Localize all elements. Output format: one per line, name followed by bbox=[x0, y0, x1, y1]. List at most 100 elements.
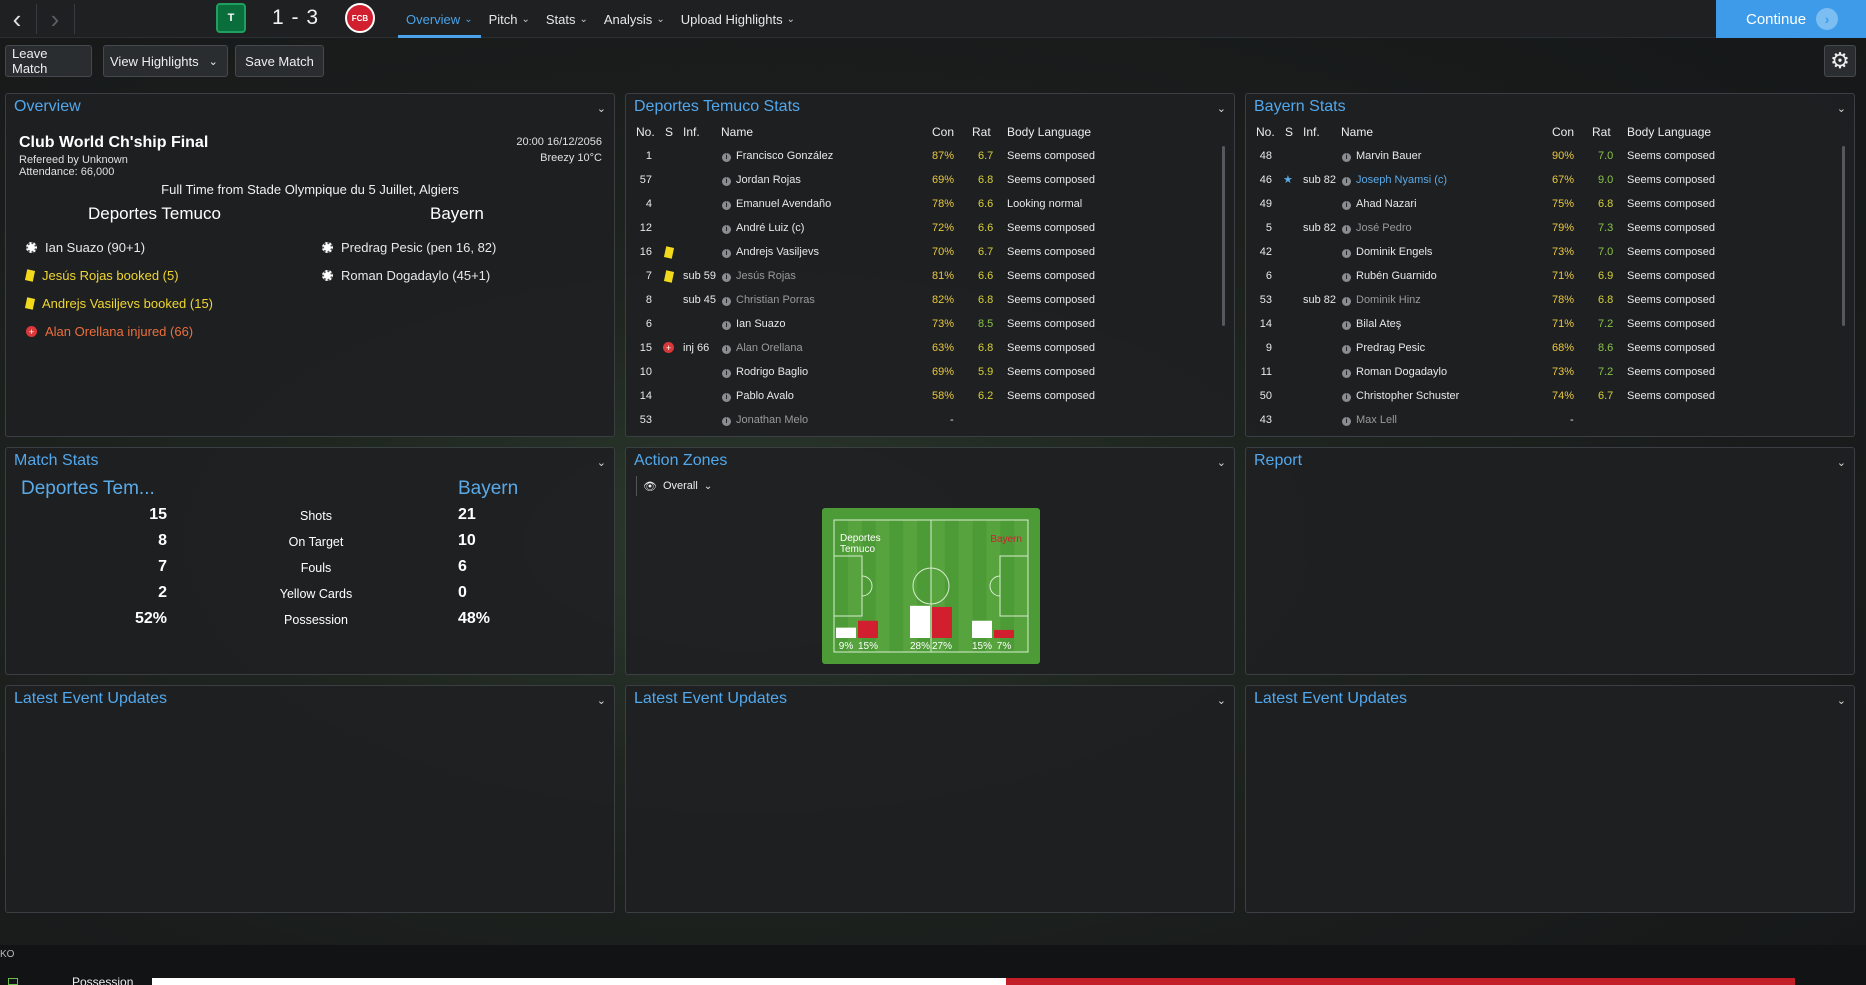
table-row[interactable]: 50 i Christopher Schuster 74% 6.7 Seems compo… bbox=[1246, 386, 1854, 406]
info-icon[interactable]: i bbox=[722, 321, 731, 330]
player-name[interactable]: i Andrejs Vasiljevs bbox=[722, 246, 819, 258]
forward-arrow-icon[interactable]: › bbox=[38, 0, 72, 38]
player-name[interactable]: i Pablo Avalo bbox=[722, 390, 794, 402]
chevron-down-icon[interactable]: ⌄ bbox=[1217, 694, 1226, 707]
table-row[interactable]: 42 i Dominik Engels 73% 7.0 Seems composed bbox=[1246, 242, 1854, 262]
col-name-header[interactable]: Name bbox=[1341, 125, 1373, 139]
info-icon[interactable]: i bbox=[1342, 393, 1351, 402]
menu-stats[interactable]: Stats ⌄ bbox=[538, 0, 596, 38]
info-icon[interactable]: i bbox=[722, 297, 731, 306]
col-name-header[interactable]: Name bbox=[721, 125, 753, 139]
col-s-header[interactable]: S bbox=[665, 125, 673, 139]
home-crest-icon[interactable]: T bbox=[216, 3, 246, 33]
away-crest-icon[interactable]: FCB bbox=[345, 3, 375, 33]
player-name[interactable]: i Christian Porras bbox=[722, 294, 815, 306]
info-icon[interactable]: i bbox=[1342, 153, 1351, 162]
col-con-header[interactable]: Con bbox=[1552, 125, 1574, 139]
info-icon[interactable]: i bbox=[722, 225, 731, 234]
table-row[interactable]: 16 i Andrejs Vasiljevs 70% 6.7 Seems composed bbox=[626, 242, 1234, 262]
table-row[interactable]: 53 sub 82 i Dominik Hinz 78% 6.8 Seems compose… bbox=[1246, 290, 1854, 310]
player-name[interactable]: i José Pedro bbox=[1342, 222, 1412, 234]
info-icon[interactable]: i bbox=[722, 177, 731, 186]
col-rat-header[interactable]: Rat bbox=[1592, 125, 1611, 139]
info-icon[interactable]: i bbox=[722, 201, 731, 210]
scrollbar[interactable] bbox=[1842, 146, 1845, 326]
info-icon[interactable]: i bbox=[1342, 321, 1351, 330]
table-row[interactable]: 12 i André Luiz (c) 72% 6.6 Seems composed bbox=[626, 218, 1234, 238]
table-row[interactable]: 46 ★ sub 82 i Joseph Nyamsi (c) 67% 9.0 Seems c… bbox=[1246, 170, 1854, 190]
col-body-header[interactable]: Body Language bbox=[1007, 125, 1091, 139]
player-name[interactable]: i Rubén Guarnido bbox=[1342, 270, 1437, 282]
menu-pitch[interactable]: Pitch ⌄ bbox=[481, 0, 538, 38]
table-row[interactable]: 14 i Bilal Ateş 71% 7.2 Seems composed bbox=[1246, 314, 1854, 334]
info-icon[interactable]: i bbox=[722, 153, 731, 162]
col-inf-header[interactable]: Inf. bbox=[1303, 125, 1320, 139]
player-name[interactable]: i Alan Orellana bbox=[722, 342, 803, 354]
player-name[interactable]: i Max Lell bbox=[1342, 414, 1397, 426]
info-icon[interactable]: i bbox=[722, 393, 731, 402]
player-name[interactable]: i Ahad Nazari bbox=[1342, 198, 1417, 210]
back-arrow-icon[interactable]: ‹ bbox=[0, 0, 34, 38]
player-name[interactable]: i Dominik Hinz bbox=[1342, 294, 1421, 306]
player-name[interactable]: i Joseph Nyamsi (c) bbox=[1342, 174, 1447, 186]
table-row[interactable]: 5 sub 82 i José Pedro 79% 7.3 Seems composed bbox=[1246, 218, 1854, 238]
table-row[interactable]: 53 i Jonathan Melo - bbox=[626, 410, 1234, 430]
save-match-button[interactable]: Save Match bbox=[235, 45, 324, 77]
player-name[interactable]: i Bilal Ateş bbox=[1342, 318, 1401, 330]
menu-overview[interactable]: Overview ⌄ bbox=[398, 0, 481, 38]
chevron-down-icon[interactable]: ⌄ bbox=[1837, 456, 1846, 469]
chevron-down-icon[interactable]: ⌄ bbox=[597, 456, 606, 469]
info-icon[interactable]: i bbox=[1342, 249, 1351, 258]
chevron-down-icon[interactable]: ⌄ bbox=[597, 102, 606, 115]
table-row[interactable]: 6 i Rubén Guarnido 71% 6.9 Seems composed bbox=[1246, 266, 1854, 286]
info-icon[interactable]: i bbox=[722, 249, 731, 258]
chevron-down-icon[interactable]: ⌄ bbox=[597, 694, 606, 707]
info-icon[interactable]: i bbox=[1342, 201, 1351, 210]
scrollbar[interactable] bbox=[1222, 146, 1225, 326]
chevron-down-icon[interactable]: ⌄ bbox=[1217, 456, 1226, 469]
info-icon[interactable]: i bbox=[1342, 369, 1351, 378]
leave-match-button[interactable]: Leave Match bbox=[5, 45, 92, 77]
player-name[interactable]: i Jordan Rojas bbox=[722, 174, 801, 186]
player-name[interactable]: i Dominik Engels bbox=[1342, 246, 1432, 258]
player-name[interactable]: i Francisco González bbox=[722, 150, 833, 162]
info-icon[interactable]: i bbox=[1342, 273, 1351, 282]
table-row[interactable]: 49 i Ahad Nazari 75% 6.8 Seems composed bbox=[1246, 194, 1854, 214]
zone-filter-select[interactable]: 👁 Overall ⌄ bbox=[636, 476, 712, 496]
table-row[interactable]: 14 i Pablo Avalo 58% 6.2 Seems composed bbox=[626, 386, 1234, 406]
table-row[interactable]: 48 i Marvin Bauer 90% 7.0 Seems composed bbox=[1246, 146, 1854, 166]
info-icon[interactable]: i bbox=[722, 345, 731, 354]
player-name[interactable]: i Christopher Schuster bbox=[1342, 390, 1459, 402]
menu-analysis[interactable]: Analysis ⌄ bbox=[596, 0, 673, 38]
info-icon[interactable]: i bbox=[1342, 225, 1351, 234]
view-highlights-button[interactable]: View Highlights ⌄ bbox=[103, 45, 228, 77]
player-name[interactable]: i Roman Dogadaylo bbox=[1342, 366, 1447, 378]
info-icon[interactable]: i bbox=[1342, 297, 1351, 306]
player-name[interactable]: i Jonathan Melo bbox=[722, 414, 808, 426]
table-row[interactable]: 7 sub 59 i Jesús Rojas 81% 6.6 Seems composed bbox=[626, 266, 1234, 286]
col-no-header[interactable]: No. bbox=[1256, 125, 1275, 139]
menu-upload-highlights[interactable]: Upload Highlights ⌄ bbox=[673, 0, 803, 38]
table-row[interactable]: 4 i Emanuel Avendaño 78% 6.6 Looking normal bbox=[626, 194, 1234, 214]
player-name[interactable]: i Emanuel Avendaño bbox=[722, 198, 831, 210]
table-row[interactable]: 1 i Francisco González 87% 6.7 Seems composed bbox=[626, 146, 1234, 166]
info-icon[interactable]: i bbox=[722, 273, 731, 282]
chevron-down-icon[interactable]: ⌄ bbox=[1837, 694, 1846, 707]
player-name[interactable]: i Rodrigo Baglio bbox=[722, 366, 808, 378]
info-icon[interactable]: i bbox=[1342, 417, 1351, 426]
info-icon[interactable]: i bbox=[1342, 345, 1351, 354]
table-row[interactable]: 10 i Rodrigo Baglio 69% 5.9 Seems composed bbox=[626, 362, 1234, 382]
info-icon[interactable]: i bbox=[722, 369, 731, 378]
player-name[interactable]: i Jesús Rojas bbox=[722, 270, 796, 282]
chevron-down-icon[interactable]: ⌄ bbox=[1217, 102, 1226, 115]
chevron-down-icon[interactable]: ⌄ bbox=[1837, 102, 1846, 115]
player-name[interactable]: i Marvin Bauer bbox=[1342, 150, 1421, 162]
player-name[interactable]: i Ian Suazo bbox=[722, 318, 786, 330]
gear-icon[interactable]: ⚙ bbox=[1824, 45, 1856, 77]
player-name[interactable]: i André Luiz (c) bbox=[722, 222, 804, 234]
col-body-header[interactable]: Body Language bbox=[1627, 125, 1711, 139]
info-icon[interactable]: i bbox=[722, 417, 731, 426]
continue-button[interactable]: Continue › bbox=[1716, 0, 1866, 38]
col-s-header[interactable]: S bbox=[1285, 125, 1293, 139]
table-row[interactable]: 6 i Ian Suazo 73% 8.5 Seems composed bbox=[626, 314, 1234, 334]
